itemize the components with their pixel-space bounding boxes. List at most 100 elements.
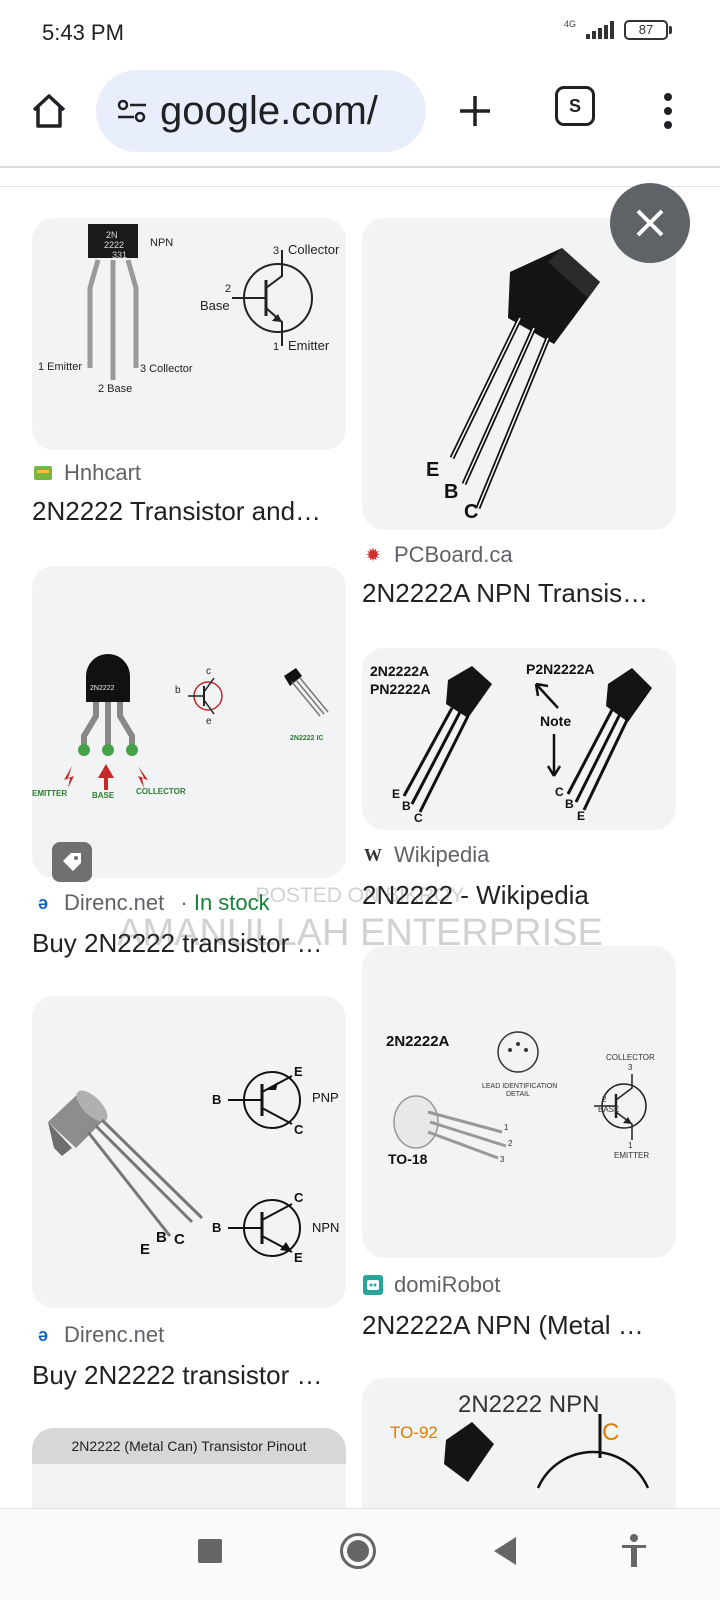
svg-text:1: 1: [504, 1123, 509, 1132]
home-button[interactable]: [22, 84, 76, 138]
svg-text:COLLECTOR: COLLECTOR: [136, 787, 186, 796]
result-source-name: Direnc.net: [64, 1322, 165, 1347]
svg-text:C: C: [602, 1419, 619, 1446]
result-title[interactable]: 2N2222 - Wikipedia: [362, 880, 682, 911]
accessibility-icon: [622, 1534, 646, 1567]
svg-text:B: B: [444, 481, 458, 503]
back-button[interactable]: [494, 1537, 516, 1565]
result-title[interactable]: Buy 2N2222 transistor …: [32, 1360, 346, 1391]
more-menu-button[interactable]: [650, 84, 686, 138]
status-icons: 4G 87: [563, 19, 672, 40]
result-thumbnail[interactable]: 2N2222 NPN TO-92 C: [362, 1378, 676, 1508]
svg-text:Base: Base: [200, 298, 230, 313]
svg-text:1: 1: [273, 341, 279, 353]
svg-text:C: C: [464, 501, 478, 523]
result-source[interactable]: ə Direnc.net: [32, 1322, 164, 1348]
address-bar[interactable]: google.com/: [96, 70, 426, 152]
result-source-name: PCBoard.ca: [394, 542, 513, 567]
svg-text:3: 3: [500, 1155, 505, 1164]
content-divider: [0, 186, 720, 187]
result-thumbnail[interactable]: 2N2222 (Metal Can) Transistor Pinout: [32, 1428, 346, 1508]
image-results-grid: 2N 2222 331 NPN 1 Emitter 2 Base 3 Colle…: [0, 188, 720, 1508]
svg-text:B: B: [156, 1229, 167, 1246]
svg-text:2N2222A: 2N2222A: [386, 1033, 450, 1050]
status-bar: 5:43 PM 4G 87: [0, 0, 720, 64]
svg-text:C: C: [294, 1190, 304, 1205]
browser-toolbar: google.com/ S: [0, 66, 720, 162]
svg-text:E: E: [140, 1241, 150, 1258]
result-thumbnail[interactable]: 2N 2222 331 NPN 1 Emitter 2 Base 3 Colle…: [32, 218, 346, 450]
thumbnail-caption: 2N2222 (Metal Can) Transistor Pinout: [32, 1428, 346, 1464]
svg-text:B: B: [212, 1220, 221, 1235]
wikipedia-favicon-icon: W: [364, 844, 382, 865]
svg-text:PN2222A: PN2222A: [370, 681, 431, 697]
domirobot-favicon-icon: [362, 1274, 384, 1296]
result-source[interactable]: domiRobot: [362, 1272, 500, 1298]
svg-text:2N2222 IC: 2N2222 IC: [290, 735, 323, 742]
result-source-name: Wikipedia: [394, 842, 490, 867]
svg-text:B: B: [402, 799, 411, 813]
svg-text:C: C: [174, 1231, 185, 1248]
svg-text:2N2222A: 2N2222A: [370, 663, 429, 679]
tab-switcher-button[interactable]: S: [555, 86, 595, 126]
close-button[interactable]: [610, 183, 690, 263]
svg-text:NPN: NPN: [312, 1220, 339, 1235]
svg-text:PNP: PNP: [312, 1090, 339, 1105]
result-title[interactable]: 2N2222A NPN (Metal …: [362, 1310, 682, 1341]
result-thumbnail[interactable]: E B C: [362, 218, 676, 530]
result-thumbnail[interactable]: E B C B E C PNP B C E NPN: [32, 996, 346, 1308]
result-title[interactable]: Buy 2N2222 transistor …: [32, 928, 346, 959]
stock-status: In stock: [193, 890, 270, 915]
result-source[interactable]: ə Direnc.net · In stock: [32, 890, 270, 916]
svg-text:2222: 2222: [104, 240, 124, 250]
battery-level: 87: [624, 20, 668, 40]
new-tab-button[interactable]: [448, 84, 502, 138]
transistor-variants-image: 2N2222A PN2222A E B C P2N2222A Note C B: [370, 661, 652, 825]
status-time: 5:43 PM: [42, 20, 124, 45]
svg-text:Emitter: Emitter: [288, 338, 330, 353]
site-settings-icon[interactable]: [114, 93, 150, 129]
close-icon: [636, 209, 664, 237]
tag-icon: [63, 853, 81, 871]
result-title[interactable]: 2N2222A NPN Transis…: [362, 578, 682, 609]
svg-text:EMITTER: EMITTER: [32, 789, 67, 798]
result-thumbnail[interactable]: 2N2222 EMITTER BASE COLLECTOR b c e 2N22…: [32, 566, 346, 878]
result-source[interactable]: Hnhcart: [32, 460, 141, 486]
recents-button[interactable]: [198, 1539, 222, 1563]
svg-text:1: 1: [628, 1141, 633, 1150]
source-separator: ·: [174, 890, 194, 915]
svg-text:e: e: [206, 716, 212, 727]
svg-text:2N: 2N: [106, 230, 118, 240]
result-source[interactable]: ✹ PCBoard.ca: [362, 542, 513, 568]
result-source[interactable]: W Wikipedia: [362, 842, 489, 868]
svg-text:NPN: NPN: [150, 237, 173, 249]
shopping-tag-button[interactable]: [52, 842, 92, 882]
hnhcart-favicon-icon: [32, 462, 54, 484]
svg-text:Collector: Collector: [288, 242, 340, 257]
svg-text:2: 2: [602, 1095, 607, 1104]
result-source-name: Hnhcart: [64, 460, 142, 485]
svg-text:2N2222 NPN: 2N2222 NPN: [458, 1391, 599, 1418]
svg-text:2 Base: 2 Base: [98, 383, 132, 395]
svg-text:2N2222: 2N2222: [90, 685, 115, 692]
svg-text:P2N2222A: P2N2222A: [526, 661, 595, 677]
plus-icon: [460, 96, 490, 126]
svg-text:EMITTER: EMITTER: [614, 1151, 649, 1160]
result-thumbnail[interactable]: 2N2222A PN2222A E B C P2N2222A Note C B: [362, 648, 676, 830]
network-type: 4G: [563, 19, 576, 29]
result-source-name: Direnc.net: [64, 890, 165, 915]
svg-text:TO-18: TO-18: [388, 1151, 428, 1167]
result-title[interactable]: 2N2222 Transistor and…: [32, 496, 352, 527]
svg-text:E: E: [577, 809, 585, 823]
transistor-lead-image: E B C: [426, 248, 600, 523]
home-nav-button[interactable]: [340, 1533, 376, 1569]
accessibility-button[interactable]: [620, 1533, 648, 1569]
svg-text:b: b: [175, 685, 181, 696]
result-thumbnail[interactable]: 2N2222A LEAD IDENTIFICATION DETAIL 1 2 3…: [362, 946, 676, 1258]
svg-text:E: E: [294, 1250, 303, 1265]
svg-text:B: B: [212, 1092, 221, 1107]
battery-icon: 87: [624, 20, 672, 40]
svg-text:3: 3: [628, 1063, 633, 1072]
svg-text:COLLECTOR: COLLECTOR: [606, 1053, 655, 1062]
url-text[interactable]: google.com/: [160, 89, 378, 134]
